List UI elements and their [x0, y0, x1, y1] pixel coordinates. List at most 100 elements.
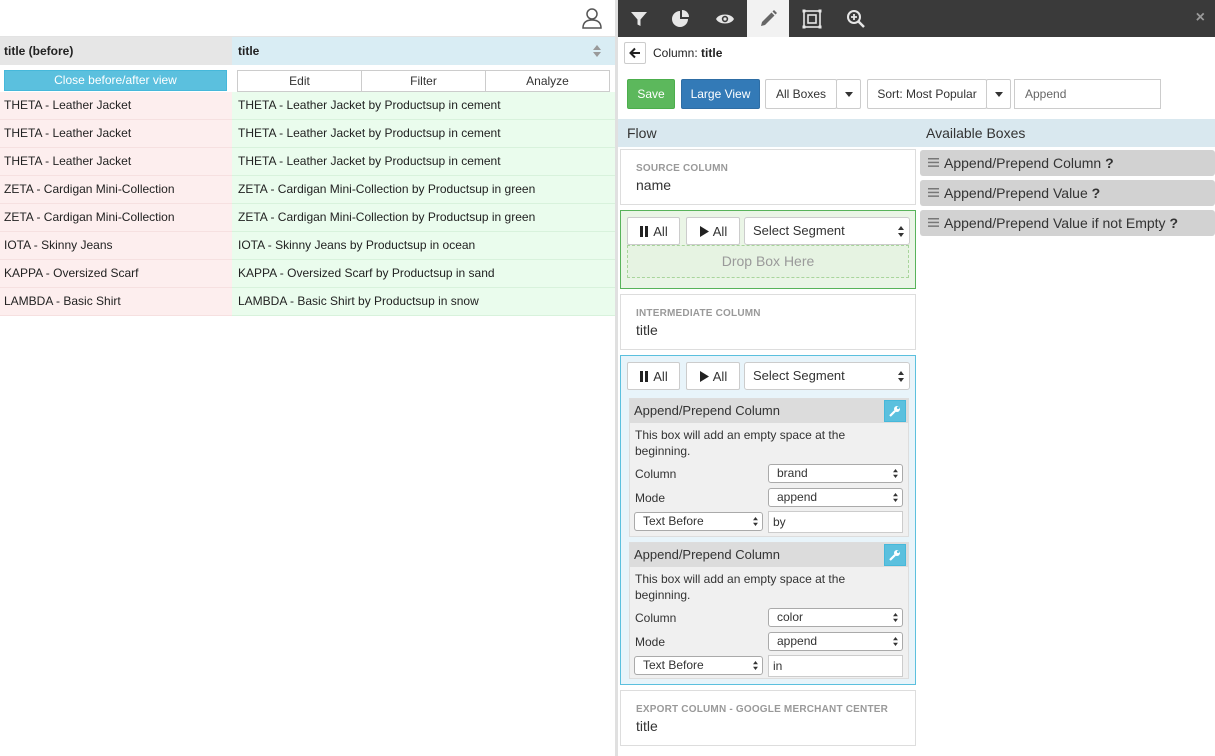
box-title: Append/Prepend Column	[630, 543, 908, 567]
segment-select-value: Select Segment	[753, 368, 845, 383]
zoom-in-icon	[847, 9, 865, 28]
box-title-label: Append/Prepend Column	[634, 403, 780, 418]
table-row: LAMBDA - Basic Shirt LAMBDA - Basic Shirt…	[0, 288, 615, 316]
play-icon	[699, 370, 709, 382]
column-header: Column: title	[624, 42, 722, 64]
play-all-button[interactable]: All	[686, 217, 740, 245]
chart-tool[interactable]	[660, 0, 702, 37]
box-title: Append/Prepend Column	[630, 399, 908, 423]
column-select-value: brand	[777, 466, 808, 480]
large-view-button[interactable]: Large View	[681, 79, 760, 109]
mode-field-label: Mode	[635, 635, 666, 649]
help-icon[interactable]: ?	[1169, 215, 1178, 231]
cell-before: THETA - Leather Jacket	[0, 120, 232, 148]
filter-button[interactable]: Filter	[362, 71, 486, 91]
close-panel-icon[interactable]: ×	[1196, 9, 1205, 27]
box-search-input[interactable]: Append	[1014, 79, 1161, 109]
text-value-input[interactable]: in	[768, 655, 903, 677]
cell-after: ZETA - Cardigan Mini-Collection by Produ…	[232, 204, 615, 232]
text-position-select[interactable]: Text Before	[634, 512, 763, 531]
select-arrows-icon	[898, 371, 904, 382]
sort-button[interactable]: Sort: Most Popular	[867, 79, 987, 109]
mode-select[interactable]: append	[768, 632, 903, 651]
drag-handle-icon[interactable]	[928, 218, 939, 227]
play-all-button[interactable]: All	[686, 362, 740, 390]
drop-box-zone[interactable]: Drop Box Here	[627, 245, 909, 278]
column-editor-panel: × Column: title Save Large View All Boxe…	[615, 0, 1215, 756]
play-icon	[699, 225, 709, 237]
text-value-input[interactable]: by	[768, 511, 903, 533]
drag-handle-icon[interactable]	[928, 158, 939, 167]
close-before-after-button[interactable]: Close before/after view	[4, 70, 227, 91]
sort-dropdown[interactable]	[986, 79, 1011, 109]
column-header-after[interactable]: title	[232, 37, 615, 65]
pencil-icon	[761, 9, 777, 26]
cell-before: THETA - Leather Jacket	[0, 92, 232, 120]
section-header: Flow Available Boxes	[618, 119, 1215, 147]
table-row: THETA - Leather Jacket THETA - Leather Ja…	[0, 148, 615, 176]
column-select[interactable]: color	[768, 608, 903, 627]
select-arrows-icon	[898, 226, 904, 237]
edit-button[interactable]: Edit	[238, 71, 362, 91]
column-title: Column: title	[653, 46, 722, 60]
play-all-label: All	[712, 368, 728, 384]
segment-select-value: Select Segment	[753, 223, 845, 238]
table-row: ZETA - Cardigan Mini-Collection ZETA - Ca…	[0, 204, 615, 232]
mode-field: Mode append	[630, 631, 908, 655]
table-row: THETA - Leather Jacket THETA - Leather Ja…	[0, 120, 615, 148]
cell-before: IOTA - Skinny Jeans	[0, 232, 232, 260]
wrench-icon	[889, 550, 900, 561]
box-settings-button[interactable]	[884, 400, 906, 422]
back-button[interactable]	[624, 42, 646, 64]
resize-icon	[802, 9, 822, 28]
cell-after: IOTA - Skinny Jeans by Productsup in oce…	[232, 232, 615, 260]
available-box-item[interactable]: Append/Prepend Column ?	[920, 150, 1215, 176]
edit-tool[interactable]	[747, 0, 789, 37]
select-arrows-icon	[893, 613, 898, 622]
pause-all-label: All	[653, 223, 668, 239]
flow-title: Flow	[627, 125, 657, 141]
column-header-label: title	[238, 44, 260, 58]
analyze-button[interactable]: Analyze	[486, 71, 609, 91]
box-settings-button[interactable]	[884, 544, 906, 566]
help-icon[interactable]: ?	[1092, 185, 1101, 201]
preview-tool[interactable]	[704, 0, 746, 37]
table-row: KAPPA - Oversized Scarf KAPPA - Oversized…	[0, 260, 615, 288]
user-icon[interactable]	[581, 7, 603, 29]
available-box-item[interactable]: Append/Prepend Value ?	[920, 180, 1215, 206]
text-position-select[interactable]: Text Before	[634, 656, 763, 675]
column-prefix: Column:	[653, 46, 698, 60]
table-row: IOTA - Skinny Jeans IOTA - Skinny Jeans b…	[0, 232, 615, 260]
help-icon[interactable]: ?	[1105, 155, 1114, 171]
available-box-label: Append/Prepend Value if not Empty	[944, 215, 1166, 231]
cell-before: THETA - Leather Jacket	[0, 148, 232, 176]
pause-icon	[640, 370, 649, 382]
column-header-before[interactable]: title (before)	[0, 37, 232, 65]
top-bar	[0, 0, 615, 36]
available-boxes-title: Available Boxes	[926, 125, 1026, 141]
table-header: title (before) title	[0, 36, 615, 65]
flow-stage-1: All All Select Segment Drop Box Here	[620, 210, 916, 289]
pause-all-button[interactable]: All	[627, 217, 680, 245]
cell-before: LAMBDA - Basic Shirt	[0, 288, 232, 316]
filter-icon	[631, 11, 647, 26]
zoom-tool[interactable]	[835, 0, 877, 37]
column-field: Column brand	[630, 463, 908, 487]
column-select[interactable]: brand	[768, 464, 903, 483]
segment-select[interactable]: Select Segment	[744, 362, 910, 390]
intermediate-column-label: INTERMEDIATE COLUMN	[636, 308, 761, 319]
export-column-label: EXPORT COLUMN - GOOGLE MERCHANT CENTER	[636, 704, 889, 715]
available-box-item[interactable]: Append/Prepend Value if not Empty ?	[920, 210, 1215, 236]
segment-select[interactable]: Select Segment	[744, 217, 910, 245]
drag-handle-icon[interactable]	[928, 188, 939, 197]
save-button[interactable]: Save	[627, 79, 675, 109]
all-boxes-dropdown[interactable]	[836, 79, 861, 109]
resize-tool[interactable]	[791, 0, 833, 37]
mode-select[interactable]: append	[768, 488, 903, 507]
filter-tool[interactable]	[618, 0, 660, 37]
arrow-left-icon	[629, 47, 640, 59]
pause-all-button[interactable]: All	[627, 362, 680, 390]
select-arrows-icon	[893, 637, 898, 646]
all-boxes-button[interactable]: All Boxes	[765, 79, 837, 109]
sort-icon[interactable]	[593, 45, 601, 57]
